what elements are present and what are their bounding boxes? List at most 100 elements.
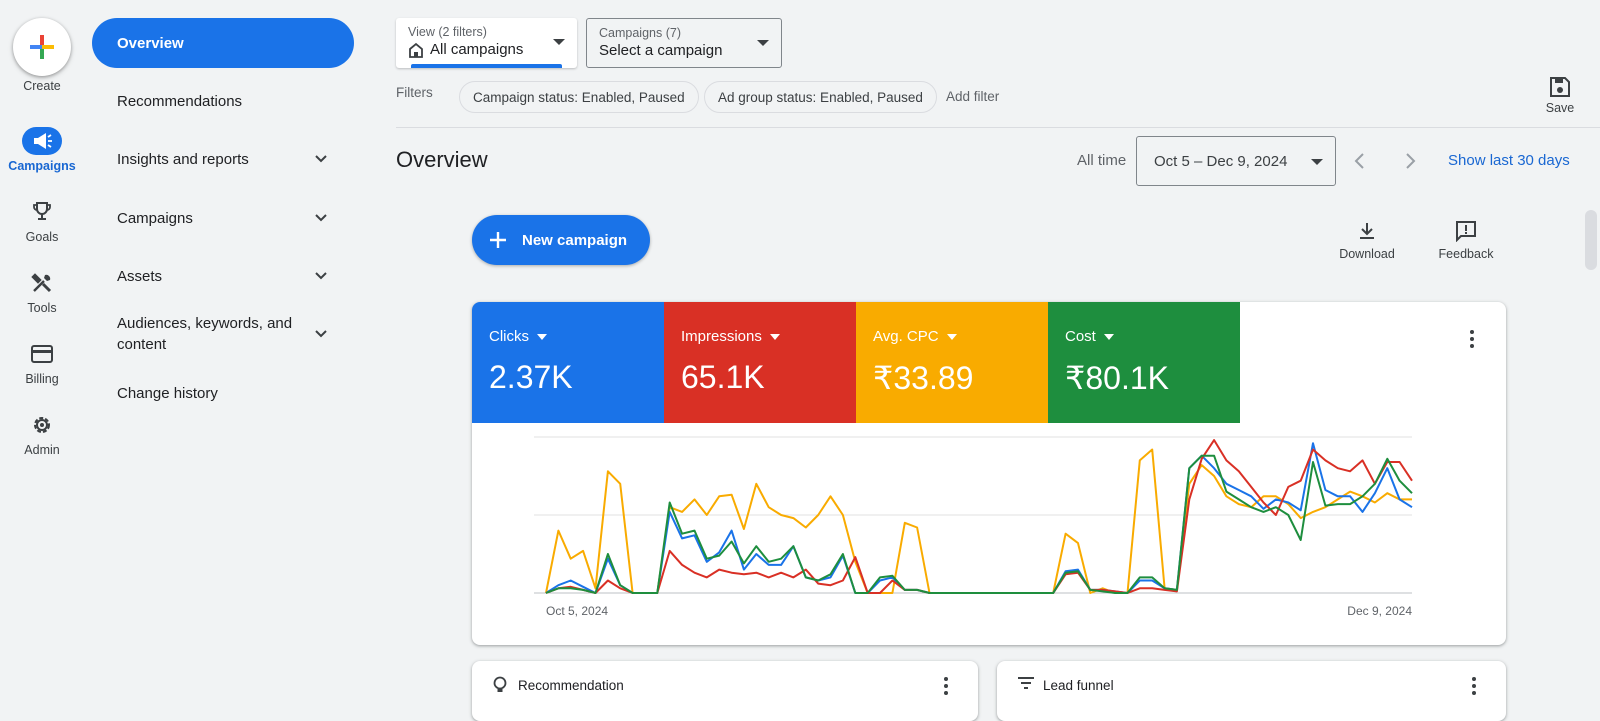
save-button[interactable]: Save bbox=[1540, 76, 1580, 115]
feedback-icon bbox=[1456, 221, 1476, 242]
more-vert-icon[interactable] bbox=[944, 677, 948, 698]
nav-item-label: Insights and reports bbox=[117, 150, 249, 168]
metric-value: 65.1K bbox=[681, 359, 765, 395]
date-range-value: Oct 5 – Dec 9, 2024 bbox=[1154, 153, 1288, 170]
filter-chip-label: Campaign status: Enabled, Paused bbox=[473, 89, 685, 105]
nav-item-label: Recommendations bbox=[117, 92, 243, 110]
chevron-right-icon[interactable] bbox=[1400, 151, 1420, 171]
filter-icon bbox=[1018, 677, 1034, 689]
credit-card-icon bbox=[31, 345, 53, 363]
show-last-30-days-link[interactable]: Show last 30 days bbox=[1448, 152, 1570, 169]
rail-item-goals[interactable]: Goals bbox=[0, 198, 84, 258]
filter-chip-label: Ad group status: Enabled, Paused bbox=[718, 89, 923, 105]
caret-down-icon bbox=[946, 333, 957, 340]
campaign-dropdown-caption: Campaigns (7) bbox=[599, 26, 681, 40]
recommendation-card: Recommendation bbox=[472, 661, 978, 721]
save-icon bbox=[1550, 77, 1570, 97]
nav-item-change-history[interactable]: Change history bbox=[92, 383, 354, 403]
nav-item-assets[interactable]: Assets bbox=[92, 266, 354, 286]
chevron-left-icon[interactable] bbox=[1350, 151, 1370, 171]
metric-name: Impressions bbox=[681, 328, 762, 345]
header-divider bbox=[396, 127, 1600, 128]
metric-value: ₹33.89 bbox=[873, 360, 974, 396]
caret-down-icon bbox=[757, 40, 769, 46]
rail-item-admin[interactable]: Admin bbox=[0, 411, 84, 471]
performance-chart: Oct 5, 2024 Dec 9, 2024 bbox=[534, 436, 1413, 618]
rail-item-billing[interactable]: Billing bbox=[0, 340, 84, 400]
metric-name: Avg. CPC bbox=[873, 328, 939, 345]
card-title: Lead funnel bbox=[1043, 678, 1114, 693]
metric-value: 2.37K bbox=[489, 359, 573, 395]
lead-funnel-card: Lead funnel bbox=[997, 661, 1506, 721]
chevron-down-icon bbox=[315, 272, 327, 280]
metric-name: Clicks bbox=[489, 328, 529, 345]
feedback-label: Feedback bbox=[1438, 247, 1494, 261]
metric-value: ₹80.1K bbox=[1065, 360, 1169, 396]
caret-down-icon bbox=[537, 333, 547, 340]
add-filter-button[interactable]: Add filter bbox=[946, 89, 999, 104]
create-button[interactable] bbox=[13, 18, 71, 76]
nav-item-campaigns[interactable]: Campaigns bbox=[92, 208, 354, 228]
tools-icon bbox=[31, 273, 52, 293]
filter-chip-adgroup-status[interactable]: Ad group status: Enabled, Paused bbox=[704, 81, 937, 113]
feedback-button[interactable]: Feedback bbox=[1431, 218, 1501, 261]
metric-clicks[interactable]: Clicks 2.37K bbox=[472, 302, 664, 423]
page-scrollbar[interactable] bbox=[1585, 210, 1597, 270]
lightbulb-icon bbox=[493, 676, 507, 692]
new-campaign-label: New campaign bbox=[522, 231, 628, 249]
more-vert-icon[interactable] bbox=[1472, 677, 1476, 698]
main-content: View (2 filters) All campaigns Campaigns… bbox=[396, 0, 1600, 721]
rail-item-label: Tools bbox=[27, 301, 57, 315]
view-dropdown-indicator bbox=[411, 64, 562, 68]
nav-item-recommendations[interactable]: Recommendations bbox=[92, 91, 354, 111]
plus-colored-icon bbox=[30, 35, 54, 59]
campaign-dropdown[interactable]: Campaigns (7) Select a campaign bbox=[586, 18, 782, 68]
save-label: Save bbox=[1545, 101, 1575, 115]
rail-item-label: Admin bbox=[24, 443, 60, 457]
view-dropdown-caption: View (2 filters) bbox=[408, 25, 487, 39]
metric-cost[interactable]: Cost ₹80.1K bbox=[1048, 302, 1240, 423]
page-title: Overview bbox=[396, 147, 488, 172]
rail-item-tools[interactable]: Tools bbox=[0, 269, 84, 329]
more-vert-icon[interactable] bbox=[1470, 330, 1476, 351]
plus-icon bbox=[490, 232, 506, 248]
gear-icon bbox=[34, 417, 50, 433]
filters-label: Filters bbox=[396, 85, 433, 100]
metric-avg-cpc[interactable]: Avg. CPC ₹33.89 bbox=[856, 302, 1048, 423]
filter-chip-campaign-status[interactable]: Campaign status: Enabled, Paused bbox=[459, 81, 699, 113]
nav-item-audiences[interactable]: Audiences, keywords, and content bbox=[92, 313, 354, 355]
x-tick-label-start: Oct 5, 2024 bbox=[546, 604, 608, 618]
caret-down-icon bbox=[1103, 333, 1114, 340]
chevron-down-icon bbox=[315, 155, 327, 163]
view-dropdown-value: All campaigns bbox=[430, 41, 524, 58]
nav-item-overview[interactable]: Overview bbox=[92, 18, 354, 68]
megaphone-icon bbox=[34, 133, 52, 149]
new-campaign-button[interactable]: New campaign bbox=[472, 215, 650, 265]
date-range-picker[interactable]: Oct 5 – Dec 9, 2024 bbox=[1136, 136, 1336, 186]
metric-impressions[interactable]: Impressions 65.1K bbox=[664, 302, 856, 423]
create-label: Create bbox=[23, 79, 61, 93]
download-label: Download bbox=[1339, 247, 1395, 261]
rail-item-campaigns[interactable]: Campaigns bbox=[0, 127, 84, 187]
download-icon bbox=[1360, 223, 1374, 239]
rail-item-label: Billing bbox=[25, 372, 59, 386]
storefront-icon bbox=[409, 42, 423, 58]
nav-item-label: Assets bbox=[117, 267, 163, 285]
metric-name: Cost bbox=[1065, 328, 1096, 345]
chart-series-line-0 bbox=[545, 448, 1412, 594]
rail-item-label: Goals bbox=[25, 230, 59, 244]
download-button[interactable]: Download bbox=[1332, 218, 1402, 261]
rail-item-label: Campaigns bbox=[8, 159, 76, 173]
nav-item-label: Audiences, keywords, and content bbox=[117, 315, 293, 353]
performance-card: Clicks 2.37K Impressions 65.1K Avg. CPC … bbox=[472, 302, 1506, 645]
campaign-dropdown-value: Select a campaign bbox=[599, 42, 723, 59]
card-title: Recommendation bbox=[518, 678, 624, 693]
view-dropdown[interactable]: View (2 filters) All campaigns bbox=[396, 18, 577, 68]
all-time-label: All time bbox=[1077, 152, 1127, 169]
caret-down-icon bbox=[553, 39, 565, 45]
chevron-down-icon bbox=[315, 214, 327, 222]
caret-down-icon bbox=[769, 333, 780, 340]
nav-item-label: Campaigns bbox=[117, 209, 193, 227]
nav-item-label: Overview bbox=[117, 34, 184, 52]
nav-item-insights[interactable]: Insights and reports bbox=[92, 149, 354, 169]
